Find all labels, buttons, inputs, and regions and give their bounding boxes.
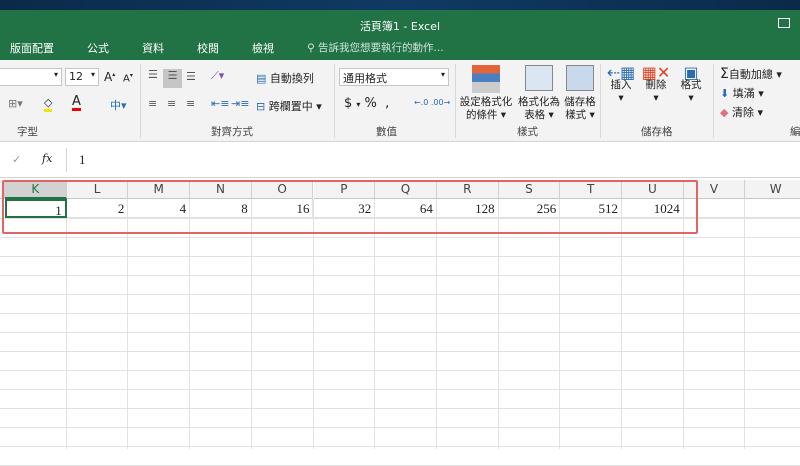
insert-cells-icon: ⇠▦ (606, 63, 636, 82)
column-line (250, 199, 252, 449)
currency-icon[interactable]: $ ▾ % , (344, 96, 389, 111)
group-font-label: 字型 (17, 126, 38, 138)
column-line (189, 199, 191, 449)
ribbon: ▾ 12 ▾ A▴ A▾ ⊞▾ ◇ A 中▾ ☰ ☰ ☰ ⟋▾ ≡ ≡ ≡ ⇤≡ … (0, 60, 800, 142)
column-line (621, 199, 622, 449)
group-cells-label: 儲存格 (641, 126, 673, 138)
function-icon[interactable]: fx (42, 152, 52, 165)
row-line (0, 256, 800, 257)
group-styles-label: 樣式 (517, 126, 538, 138)
tab-page-layout[interactable]: 版面配置 (10, 40, 54, 56)
align-middle-icon[interactable]: ☰ (163, 69, 182, 88)
formula-input[interactable]: 1 (66, 148, 800, 172)
autosum-button[interactable]: Σ自動加總 ▾ (720, 66, 782, 82)
row-line (0, 446, 800, 447)
column-line (559, 199, 561, 449)
column-line (497, 199, 499, 449)
column-header-W[interactable]: W (745, 180, 800, 199)
tab-data[interactable]: 資料 (142, 40, 164, 56)
align-left-icon[interactable]: ≡ (148, 97, 157, 110)
format-button[interactable]: ▣ 格式 ▾ (676, 63, 706, 105)
clear-button[interactable]: ◆ 清除 ▾ (720, 104, 763, 120)
number-format-select[interactable]: 通用格式 ▾ (339, 68, 449, 86)
decrease-indent-icon[interactable]: ⇤≡ (211, 97, 229, 110)
font-size-select[interactable]: 12 ▾ (65, 68, 99, 86)
column-line (127, 199, 129, 449)
increase-font-icon[interactable]: A▴ (104, 70, 115, 84)
tell-me-search[interactable]: ⚲ 告訴我您想要執行的動作... (307, 40, 444, 56)
orientation-icon[interactable]: ⟋▾ (211, 69, 224, 83)
row-line (0, 389, 800, 390)
title-bar: 活頁簿1 - Excel 版面配置 公式 資料 校閱 檢視 ⚲ 告訴我您想要執行… (0, 10, 800, 60)
conditional-formatting-icon (472, 65, 500, 93)
align-bottom-icon[interactable]: ☰ (186, 70, 196, 83)
desktop-strip (0, 0, 800, 10)
row-line (0, 427, 800, 428)
conditional-formatting-button[interactable]: 設定格式化 的條件 ▾ (458, 96, 514, 122)
row-line (0, 294, 800, 295)
tab-review[interactable]: 校閱 (197, 40, 219, 56)
column-line (312, 199, 314, 449)
formula-bar: ✓ fx 1 (0, 142, 800, 178)
column-line (744, 199, 746, 449)
borders-icon[interactable]: ⊞▾ (8, 97, 23, 110)
column-line (435, 199, 437, 449)
format-cells-icon: ▣ (683, 63, 699, 82)
fill-color-icon[interactable]: ◇ (44, 96, 53, 112)
row-line (0, 275, 800, 276)
format-as-table-icon (525, 65, 553, 91)
cell-W1[interactable] (745, 199, 800, 218)
align-right-icon[interactable]: ≡ (186, 97, 195, 110)
sigma-icon: Σ (720, 66, 729, 82)
column-line (374, 199, 376, 449)
font-color-icon[interactable]: A (72, 95, 81, 111)
ribbon-tabs: 版面配置 公式 資料 校閱 檢視 ⚲ 告訴我您想要執行的動作... (10, 40, 444, 56)
fill-button[interactable]: ⬇ 填滿 ▾ (720, 85, 764, 101)
eraser-icon: ◆ (720, 106, 729, 119)
tab-formulas[interactable]: 公式 (87, 40, 109, 56)
window-title: 活頁簿1 - Excel (359, 20, 441, 33)
insert-button[interactable]: ⇠▦ 插入 ▾ (606, 63, 636, 105)
fill-down-icon: ⬇ (720, 87, 730, 100)
group-editing-label: 編 (790, 126, 800, 138)
decrease-font-icon[interactable]: A▾ (123, 72, 133, 84)
decimal-icons[interactable]: ←.0 .00→ (414, 98, 450, 107)
row-line (0, 237, 800, 238)
row-line (0, 370, 800, 371)
merge-center-button[interactable]: ⊟ 跨欄置中 ▾ (256, 98, 322, 114)
row-line (0, 351, 800, 352)
ribbon-display-options-icon[interactable] (778, 18, 790, 28)
align-center-icon[interactable]: ≡ (167, 97, 176, 110)
phonetic-icon[interactable]: 中▾ (110, 97, 127, 113)
row-line (0, 408, 800, 409)
lightbulb-icon: ⚲ (307, 42, 319, 54)
highlight-box (2, 180, 698, 234)
delete-cells-icon: ▦✕ (641, 63, 671, 82)
cell-styles-icon (566, 65, 594, 91)
increase-indent-icon[interactable]: ⇥≡ (231, 97, 249, 110)
wrap-text-button[interactable]: ▤ 自動換列 (256, 70, 314, 86)
column-line (65, 199, 67, 449)
group-alignment-label: 對齊方式 (211, 126, 253, 138)
row-line (0, 313, 800, 314)
row-line (0, 332, 800, 333)
align-top-icon[interactable]: ☰ (148, 68, 158, 81)
cancel-icon[interactable]: ✓ (12, 153, 21, 166)
cell-styles-button[interactable]: 儲存格 樣式 ▾ (558, 96, 602, 122)
delete-button[interactable]: ▦✕ 刪除 ▾ (641, 63, 671, 105)
font-name-select[interactable]: ▾ (0, 68, 62, 86)
column-line (682, 199, 684, 449)
group-number-label: 數值 (376, 126, 397, 138)
tab-view[interactable]: 檢視 (252, 40, 274, 56)
